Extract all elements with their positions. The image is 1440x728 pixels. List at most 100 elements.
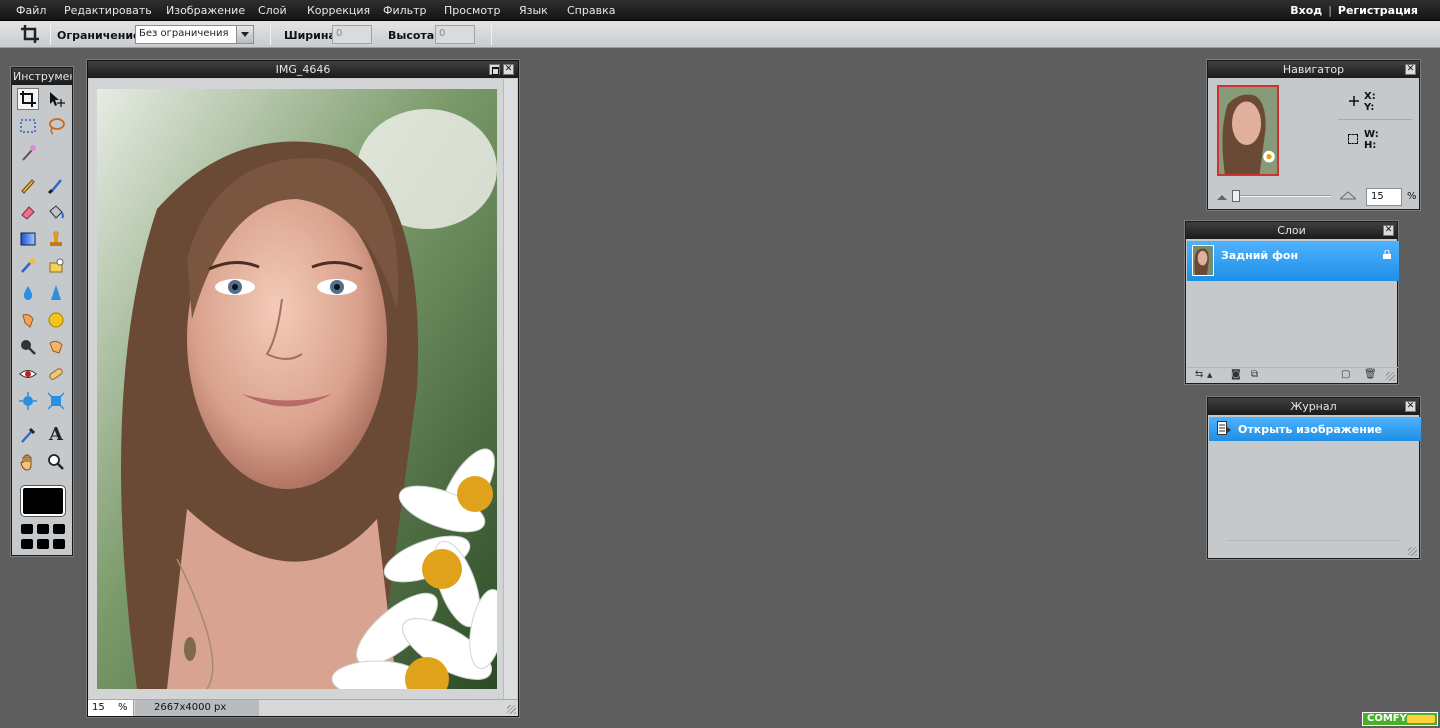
crop-tool[interactable] [17, 88, 39, 110]
move-tool[interactable] [45, 88, 67, 110]
red-eye-tool[interactable] [17, 363, 39, 385]
close-icon[interactable]: ✕ [503, 64, 514, 75]
image-window: IMG_4646 ✕ 15 % 2667x4000 px [87, 60, 519, 717]
crop-icon [20, 91, 36, 107]
gradient-icon [20, 232, 36, 246]
zoom-out-icon[interactable] [1217, 191, 1227, 200]
palette-slot[interactable] [37, 524, 49, 534]
primary-color-swatch[interactable] [21, 486, 65, 516]
options-separator [491, 23, 492, 45]
brush-tool[interactable] [45, 174, 67, 196]
navigator-zoom-input[interactable]: 15 [1366, 188, 1402, 206]
new-layer-icon[interactable]: ▢ [1341, 370, 1352, 380]
eyedropper-tool[interactable] [17, 424, 39, 446]
marquee-tool[interactable] [17, 115, 39, 137]
hand-tool[interactable] [17, 451, 39, 473]
trash-icon[interactable]: 🗑 [1364, 370, 1377, 380]
burn-tool[interactable] [17, 336, 39, 358]
palette-slot[interactable] [53, 539, 65, 549]
document-icon [1217, 421, 1231, 436]
gradient-tool[interactable] [17, 228, 39, 250]
menu-image[interactable]: Изображение [166, 4, 245, 17]
blur-tool[interactable] [17, 282, 39, 304]
history-item[interactable]: Открыть изображение [1209, 417, 1421, 441]
palette-slot[interactable] [21, 524, 33, 534]
tools-panel: Инструменты [11, 67, 73, 556]
move-icon [50, 92, 65, 107]
menu-view[interactable]: Просмотр [444, 4, 500, 17]
layer-mask-icon[interactable]: ◙ [1231, 370, 1242, 380]
close-icon[interactable]: ✕ [1383, 225, 1394, 236]
chevron-up-icon[interactable]: ▲ [1207, 370, 1218, 380]
sharpen-tool[interactable] [45, 282, 67, 304]
lasso-tool[interactable] [45, 115, 67, 137]
zoom-slider[interactable] [1233, 195, 1331, 197]
layer-row[interactable]: Задний фон [1187, 241, 1399, 281]
layer-style-icon[interactable]: ⧉ [1251, 370, 1262, 380]
pinch-icon [47, 392, 65, 410]
width-input[interactable]: 0 [332, 25, 372, 44]
drop-icon [23, 286, 33, 300]
height-input[interactable]: 0 [435, 25, 475, 44]
menu-adjustment[interactable]: Коррекция [307, 4, 370, 17]
navigator-title: Навигатор [1208, 61, 1419, 78]
pencil-tool[interactable] [17, 174, 39, 196]
resize-grip[interactable] [1408, 547, 1417, 556]
palette-slot[interactable] [37, 539, 49, 549]
spot-heal-tool[interactable] [45, 363, 67, 385]
zoom-slider-handle[interactable] [1232, 190, 1240, 202]
drawing-tool[interactable] [45, 255, 67, 277]
menu-layer[interactable]: Слой [258, 4, 287, 17]
drawing-icon [49, 258, 64, 273]
paint-bucket-tool[interactable] [45, 201, 67, 223]
menu-help[interactable]: Справка [567, 4, 615, 17]
login-link[interactable]: Вход [1290, 4, 1322, 17]
pencil-icon [21, 179, 35, 194]
height-label: Высота: [388, 29, 439, 42]
text-tool[interactable]: A [45, 424, 67, 446]
dodge-tool[interactable] [45, 336, 67, 358]
smudge-tool[interactable] [17, 309, 39, 331]
comfy-badge[interactable]: COMFY [1362, 712, 1438, 726]
zoom-tool[interactable] [45, 451, 67, 473]
eraser-tool[interactable] [17, 201, 39, 223]
text-icon: A [49, 424, 63, 445]
w-label: W: [1364, 129, 1379, 140]
sponge-tool[interactable] [45, 309, 67, 331]
stamp-icon [50, 231, 62, 246]
pinch-tool[interactable] [45, 390, 67, 412]
menu-file[interactable]: Файл [16, 4, 46, 17]
canvas-area[interactable] [89, 79, 515, 699]
options-separator [50, 23, 51, 45]
maximize-icon[interactable] [489, 64, 500, 75]
resize-grip[interactable] [1386, 372, 1395, 381]
history-divider [1228, 540, 1399, 541]
chevron-down-icon[interactable] [236, 25, 254, 44]
bloat-tool[interactable] [17, 390, 39, 412]
menu-edit[interactable]: Редактировать [64, 4, 152, 17]
close-icon[interactable]: ✕ [1405, 64, 1416, 75]
clone-stamp-tool[interactable] [45, 228, 67, 250]
menu-filter[interactable]: Фильтр [383, 4, 427, 17]
constraint-select[interactable]: Без ограничения [135, 25, 237, 44]
bloat-icon [19, 392, 37, 410]
magic-wand-tool[interactable] [17, 142, 39, 164]
constraint-label: Ограничение: [57, 29, 145, 42]
history-panel: Журнал ✕ Открыть изображение [1207, 397, 1421, 559]
close-icon[interactable]: ✕ [1405, 401, 1416, 412]
palette-slot[interactable] [53, 524, 65, 534]
resize-grip[interactable] [507, 705, 516, 714]
layer-settings-icon[interactable]: ⇆ [1195, 370, 1206, 380]
lock-icon [1383, 249, 1391, 259]
layer-thumbnail [1192, 245, 1214, 276]
menu-language[interactable]: Язык [519, 4, 548, 17]
brush-icon [47, 179, 62, 194]
palette-slot[interactable] [21, 539, 33, 549]
register-link[interactable]: Регистрация [1338, 4, 1418, 17]
vertical-scrollbar[interactable] [503, 79, 517, 699]
navigator-thumbnail[interactable] [1217, 85, 1279, 176]
color-replace-tool[interactable] [17, 255, 39, 277]
h-label: H: [1364, 140, 1377, 151]
status-bar: 15 % 2667x4000 px [88, 699, 518, 716]
zoom-in-icon[interactable] [1338, 190, 1358, 200]
